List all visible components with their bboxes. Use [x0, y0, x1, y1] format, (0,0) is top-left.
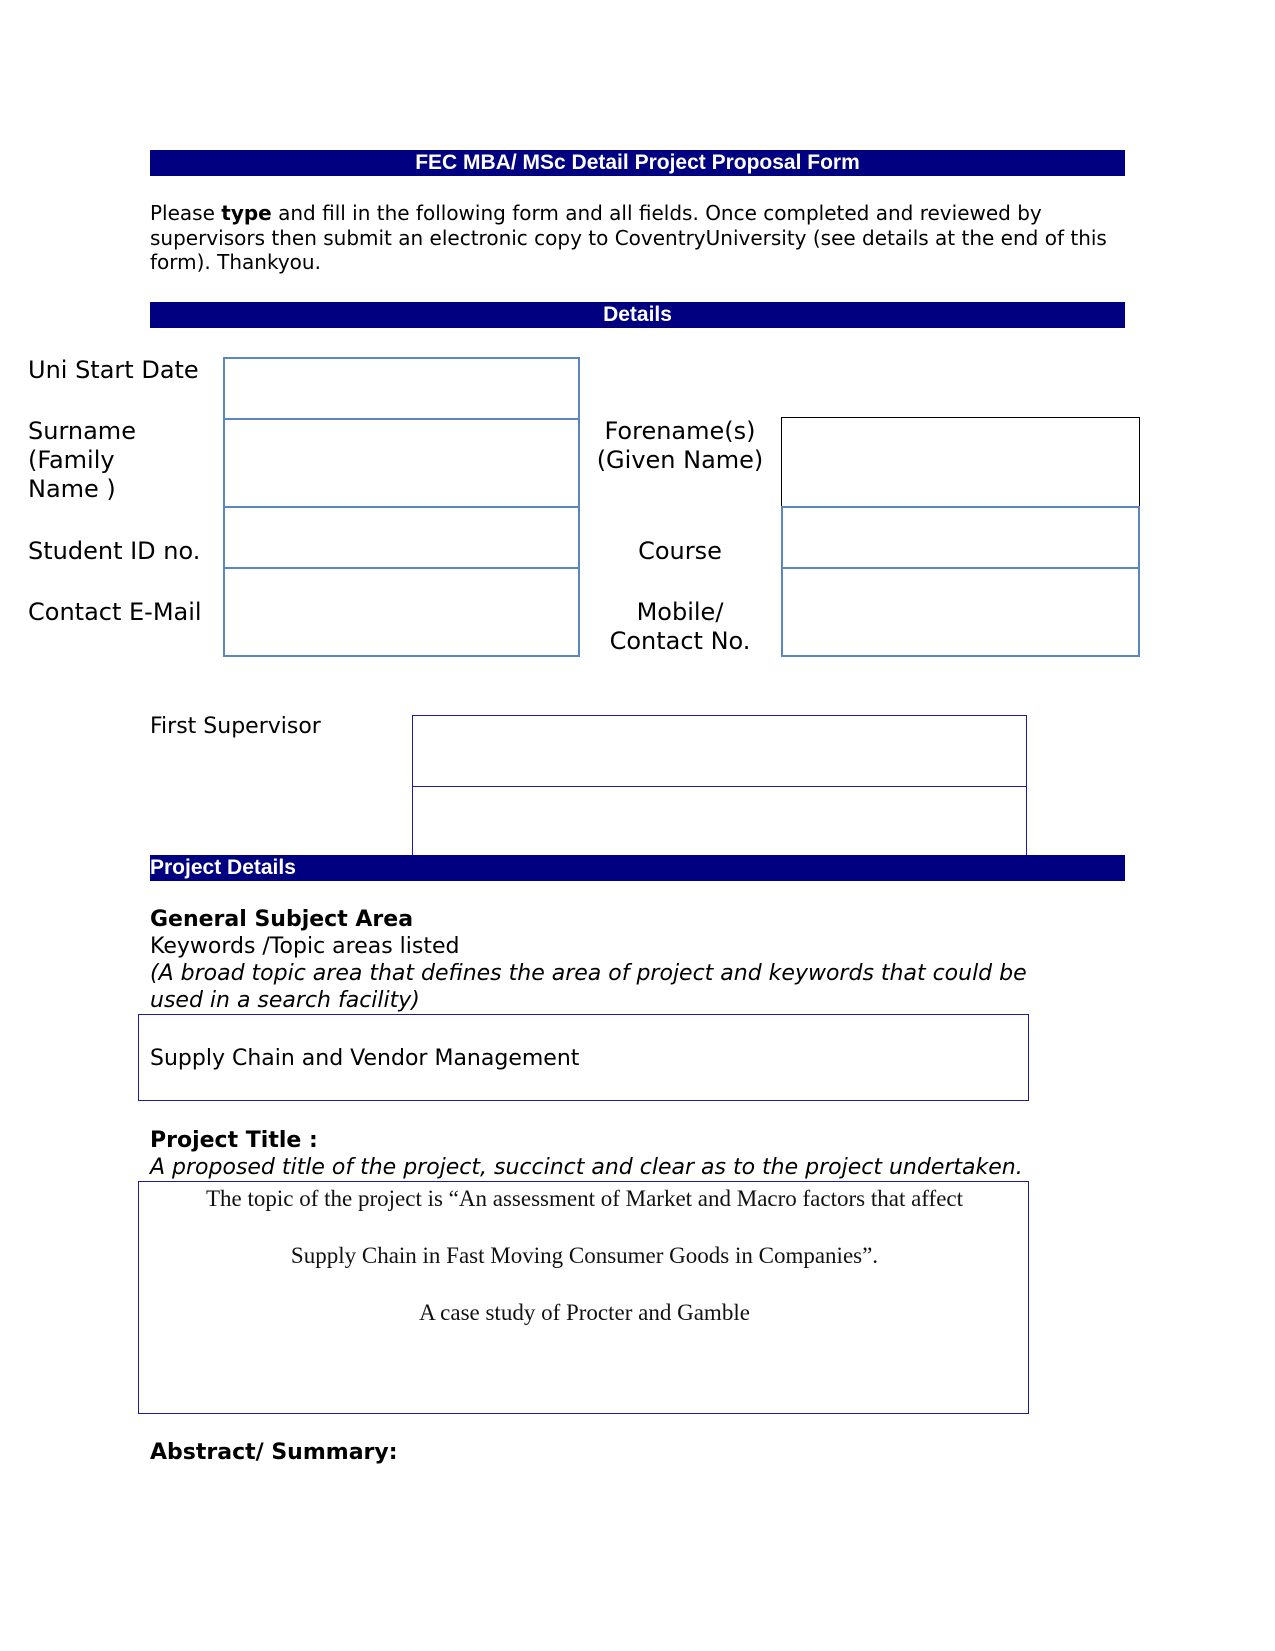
first-supervisor-field-2[interactable] — [412, 786, 1027, 857]
surname-label-line: Name ) — [28, 475, 116, 503]
project-details-header-bar: Project Details — [150, 855, 1125, 881]
subject-area-heading: General Subject Area — [150, 907, 414, 932]
project-title-line: Supply Chain in Fast Moving Consumer Goo… — [290, 1243, 879, 1268]
forename-label-line: Forename(s) — [604, 417, 756, 445]
form-title-bar: FEC MBA/ MSc Detail Project Proposal For… — [150, 150, 1125, 176]
forename-field[interactable] — [781, 417, 1140, 507]
mobile-field[interactable] — [781, 567, 1140, 657]
project-details-header: Project Details — [150, 856, 296, 879]
project-title-field[interactable]: The topic of the project is “An assessme… — [138, 1181, 1029, 1414]
forename-label: Forename(s) (Given Name) — [580, 417, 780, 475]
email-label: Contact E-Mail — [28, 598, 202, 626]
student-id-field[interactable] — [223, 506, 580, 569]
project-title-section: Project Title : A proposed title of the … — [150, 1127, 1110, 1181]
uni-start-date-field[interactable] — [223, 357, 580, 420]
details-header-bar: Details — [150, 302, 1125, 328]
course-label: Course — [638, 537, 722, 565]
surname-label-line: Surname — [28, 417, 136, 445]
project-title-line: The topic of the project is “An assessme… — [205, 1186, 964, 1211]
intro-text-1: Please — [150, 201, 222, 225]
mobile-label: Mobile/ Contact No. — [580, 598, 780, 656]
surname-field[interactable] — [223, 418, 580, 508]
student-id-label: Student ID no. — [28, 537, 201, 565]
project-title-line: A case study of Procter and Gamble — [419, 1300, 750, 1325]
email-field[interactable] — [223, 567, 580, 657]
subject-area-field[interactable]: Supply Chain and Vendor Management — [138, 1014, 1029, 1101]
course-field[interactable] — [781, 506, 1140, 569]
subject-area-hint: (A broad topic area that defines the are… — [150, 961, 1027, 1013]
details-header: Details — [603, 303, 672, 326]
mobile-label-line: Mobile/ — [636, 598, 724, 626]
subject-area-value: Supply Chain and Vendor Management — [150, 1046, 580, 1071]
intro-bold: type — [221, 201, 272, 225]
first-supervisor-field-1[interactable] — [412, 715, 1027, 788]
project-title-heading: Project Title : — [150, 1128, 318, 1153]
uni-start-date-label: Uni Start Date — [28, 356, 199, 384]
form-title: FEC MBA/ MSc Detail Project Proposal For… — [415, 151, 860, 174]
first-supervisor-label: First Supervisor — [150, 714, 321, 739]
intro-paragraph: Please type and fill in the following fo… — [150, 201, 1125, 275]
mobile-label-line: Contact No. — [609, 627, 751, 655]
project-title-hint: A proposed title of the project, succinc… — [150, 1155, 1023, 1180]
surname-label-line: (Family — [28, 446, 115, 474]
subject-area-subheading: Keywords /Topic areas listed — [150, 934, 460, 959]
subject-area-section: General Subject Area Keywords /Topic are… — [150, 906, 1080, 1014]
forename-label-line: (Given Name) — [596, 446, 764, 474]
abstract-heading: Abstract/ Summary: — [150, 1440, 398, 1465]
surname-label: Surname (Family Name ) — [28, 417, 136, 504]
intro-text-2: and fill in the following form and all f… — [150, 201, 1107, 274]
